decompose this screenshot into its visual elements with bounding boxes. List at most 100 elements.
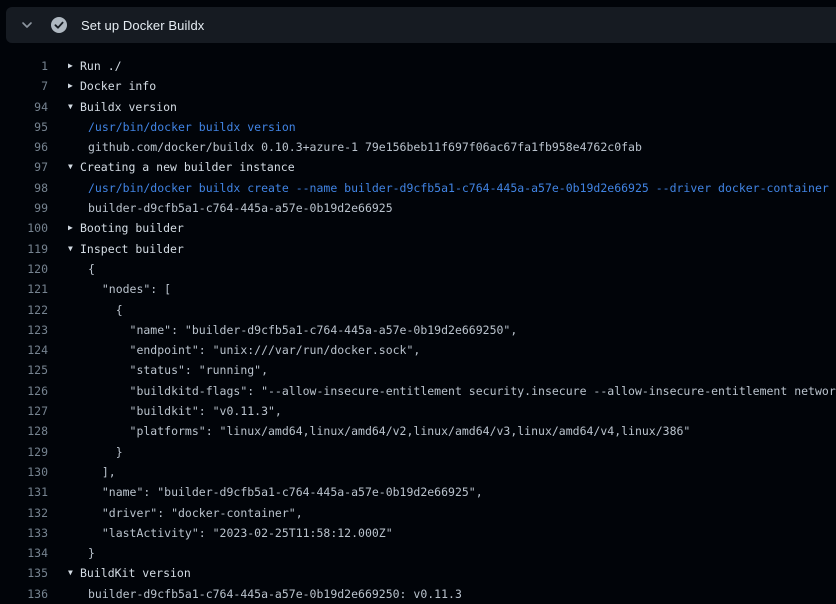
gutter-spacer (48, 543, 80, 563)
output-text: ], (88, 462, 116, 482)
gutter-spacer (48, 523, 80, 543)
log-line: 131 "name": "builder-d9cfb5a1-c764-445a-… (0, 482, 836, 502)
line-number-link[interactable]: 94 (0, 97, 48, 117)
group-title-text: BuildKit version (80, 563, 191, 583)
line-number-link[interactable]: 120 (0, 259, 48, 279)
line-number-link[interactable]: 136 (0, 584, 48, 604)
group-title-text: Inspect builder (80, 239, 184, 259)
log-line: 132 "driver": "docker-container", (0, 503, 836, 523)
output-text: } (88, 543, 95, 563)
line-number-link[interactable]: 134 (0, 543, 48, 563)
line-number-link[interactable]: 128 (0, 421, 48, 441)
output-text: "driver": "docker-container", (88, 503, 303, 523)
log-line: 136builder-d9cfb5a1-c764-445a-a57e-0b19d… (0, 584, 836, 604)
group-collapse-triangle-icon[interactable]: ▼ (48, 239, 80, 259)
line-number-link[interactable]: 1 (0, 56, 48, 76)
line-number-link[interactable]: 95 (0, 117, 48, 137)
line-number-link[interactable]: 100 (0, 218, 48, 238)
output-text: { (88, 259, 95, 279)
line-number-link[interactable]: 127 (0, 401, 48, 421)
log-line: 134} (0, 543, 836, 563)
group-expand-triangle-icon[interactable]: ▶ (48, 218, 80, 238)
group-title-text: Booting builder (80, 218, 184, 238)
log-line: 133 "lastActivity": "2023-02-25T11:58:12… (0, 523, 836, 543)
output-text: "buildkit": "v0.11.3", (88, 401, 282, 421)
line-number-link[interactable]: 123 (0, 320, 48, 340)
output-text: } (88, 442, 123, 462)
gutter-spacer (48, 137, 80, 157)
log-line: 99 builder-d9cfb5a1-c764-445a-a57e-0b19d2… (0, 198, 836, 218)
log-line: 129 } (0, 442, 836, 462)
output-text: "lastActivity": "2023-02-25T11:58:12.000… (88, 523, 393, 543)
line-number-link[interactable]: 124 (0, 340, 48, 360)
gutter-spacer (48, 117, 80, 137)
log-group-row[interactable]: 119▼Inspect builder (0, 239, 836, 259)
chevron-down-icon[interactable] (20, 18, 34, 32)
gutter-spacer (48, 442, 80, 462)
log-line: 126 "buildkitd-flags": "--allow-insecure… (0, 381, 836, 401)
log-line: 128 "platforms": "linux/amd64,linux/amd6… (0, 421, 836, 441)
output-text: "nodes": [ (88, 279, 171, 299)
command-text: /usr/bin/docker buildx create --name bui… (88, 178, 829, 198)
line-number-link[interactable]: 130 (0, 462, 48, 482)
gutter-spacer (48, 381, 80, 401)
line-number-link[interactable]: 119 (0, 239, 48, 259)
group-collapse-triangle-icon[interactable]: ▼ (48, 97, 80, 117)
line-number-link[interactable]: 122 (0, 300, 48, 320)
log-group-row[interactable]: 97▼Creating a new builder instance (0, 157, 836, 177)
group-collapse-triangle-icon[interactable]: ▼ (48, 563, 80, 583)
gutter-spacer (48, 462, 80, 482)
gutter-spacer (48, 503, 80, 523)
line-number-link[interactable]: 7 (0, 76, 48, 96)
group-expand-triangle-icon[interactable]: ▶ (48, 56, 80, 76)
line-number-link[interactable]: 98 (0, 178, 48, 198)
line-number-link[interactable]: 121 (0, 279, 48, 299)
log-line: 122 { (0, 300, 836, 320)
line-number-link[interactable]: 133 (0, 523, 48, 543)
line-number-link[interactable]: 129 (0, 442, 48, 462)
log-group-row[interactable]: 1▶Run ./ (0, 56, 836, 76)
line-number-link[interactable]: 126 (0, 381, 48, 401)
gutter-spacer (48, 300, 80, 320)
line-number-link[interactable]: 132 (0, 503, 48, 523)
gutter-spacer (48, 320, 80, 340)
line-number-link[interactable]: 131 (0, 482, 48, 502)
gutter-spacer (48, 482, 80, 502)
log-group-row[interactable]: 94▼Buildx version (0, 97, 836, 117)
step-header[interactable]: Set up Docker Buildx (6, 7, 836, 43)
output-text: builder-d9cfb5a1-c764-445a-a57e-0b19d2e6… (88, 198, 393, 218)
output-text: "endpoint": "unix:///var/run/docker.sock… (88, 340, 420, 360)
step-title: Set up Docker Buildx (81, 18, 204, 33)
log-line: 124 "endpoint": "unix:///var/run/docker.… (0, 340, 836, 360)
gutter-spacer (48, 401, 80, 421)
gutter-spacer (48, 279, 80, 299)
check-circle-icon (50, 16, 68, 34)
group-expand-triangle-icon[interactable]: ▶ (48, 76, 80, 96)
output-text: github.com/docker/buildx 0.10.3+azure-1 … (88, 137, 642, 157)
gutter-spacer (48, 421, 80, 441)
log-group-row[interactable]: 7▶Docker info (0, 76, 836, 96)
group-title-text: Run ./ (80, 56, 122, 76)
log-line: 96 github.com/docker/buildx 0.10.3+azure-… (0, 137, 836, 157)
gutter-spacer (48, 198, 80, 218)
log-group-row[interactable]: 100▶Booting builder (0, 218, 836, 238)
log-group-row[interactable]: 135▼BuildKit version (0, 563, 836, 583)
output-text: { (88, 300, 123, 320)
gutter-spacer (48, 360, 80, 380)
line-number-link[interactable]: 97 (0, 157, 48, 177)
log-line: 95/usr/bin/docker buildx version (0, 117, 836, 137)
line-number-link[interactable]: 135 (0, 563, 48, 583)
command-text: /usr/bin/docker buildx version (88, 117, 296, 137)
line-number-link[interactable]: 99 (0, 198, 48, 218)
line-number-link[interactable]: 125 (0, 360, 48, 380)
group-title-text: Creating a new builder instance (80, 157, 295, 177)
group-collapse-triangle-icon[interactable]: ▼ (48, 157, 80, 177)
gutter-spacer (48, 178, 80, 198)
log-line: 120 { (0, 259, 836, 279)
line-number-link[interactable]: 96 (0, 137, 48, 157)
output-text: "status": "running", (88, 360, 268, 380)
log-line: 127 "buildkit": "v0.11.3", (0, 401, 836, 421)
output-text: "name": "builder-d9cfb5a1-c764-445a-a57e… (88, 482, 483, 502)
output-text: "buildkitd-flags": "--allow-insecure-ent… (88, 381, 836, 401)
log-lines: 1▶Run ./7▶Docker info94▼Buildx version95… (0, 43, 836, 604)
